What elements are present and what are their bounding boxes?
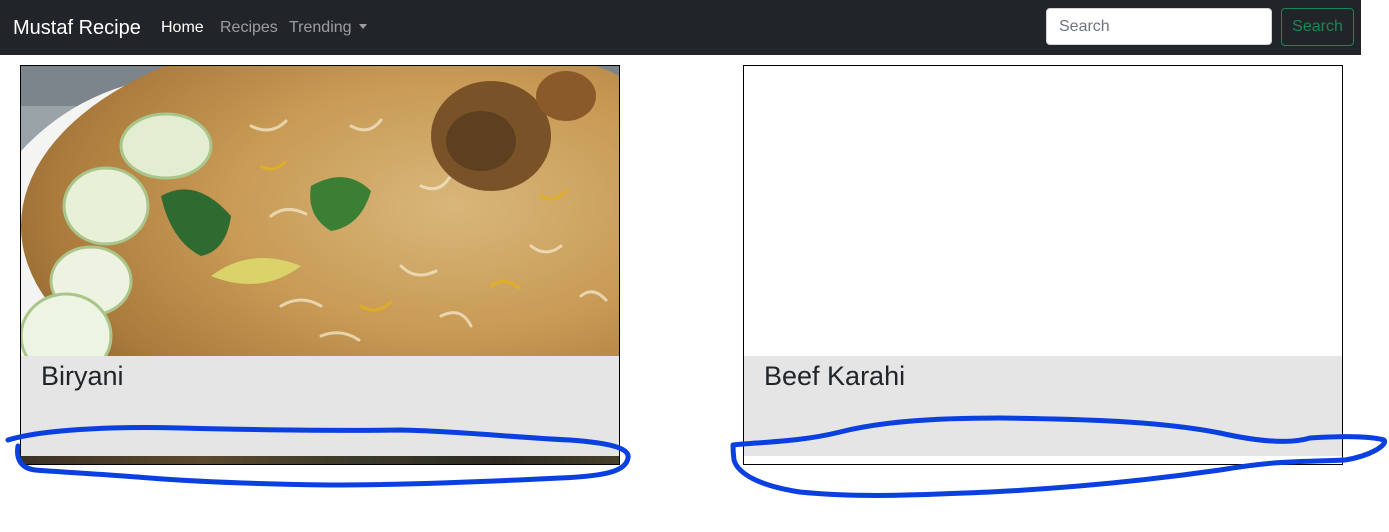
nav-dropdown-trending[interactable]: Trending xyxy=(289,18,367,38)
chevron-down-icon xyxy=(358,24,367,29)
image-bottom-edge xyxy=(21,456,619,464)
recipe-card-biryani[interactable]: Biryani xyxy=(20,65,620,465)
card-title: Biryani xyxy=(41,361,124,391)
biryani-image xyxy=(21,66,619,356)
nav-link-trending-label: Trending xyxy=(289,19,352,36)
beef-karahi-image-placeholder xyxy=(744,66,1342,356)
search-input[interactable] xyxy=(1046,8,1272,45)
navbar: Mustaf Recipe Home Recipes Trending Sear… xyxy=(0,0,1361,55)
navbar-brand[interactable]: Mustaf Recipe xyxy=(13,15,141,42)
recipe-card-beef-karahi[interactable]: Beef Karahi xyxy=(743,65,1343,465)
card-body: Beef Karahi xyxy=(744,356,1342,456)
nav-link-recipes[interactable]: Recipes xyxy=(220,18,278,38)
card-body: Biryani xyxy=(21,356,619,456)
search-button[interactable]: Search xyxy=(1281,8,1354,46)
card-title: Beef Karahi xyxy=(764,361,906,391)
nav-link-home[interactable]: Home xyxy=(161,18,204,38)
